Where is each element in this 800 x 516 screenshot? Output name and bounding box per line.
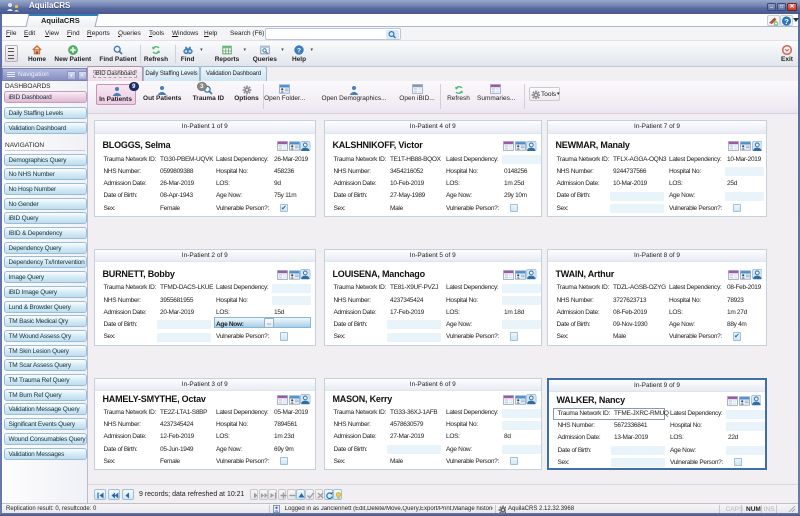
svg-text:?: ?	[784, 16, 789, 25]
svg-text:?: ?	[297, 47, 301, 54]
